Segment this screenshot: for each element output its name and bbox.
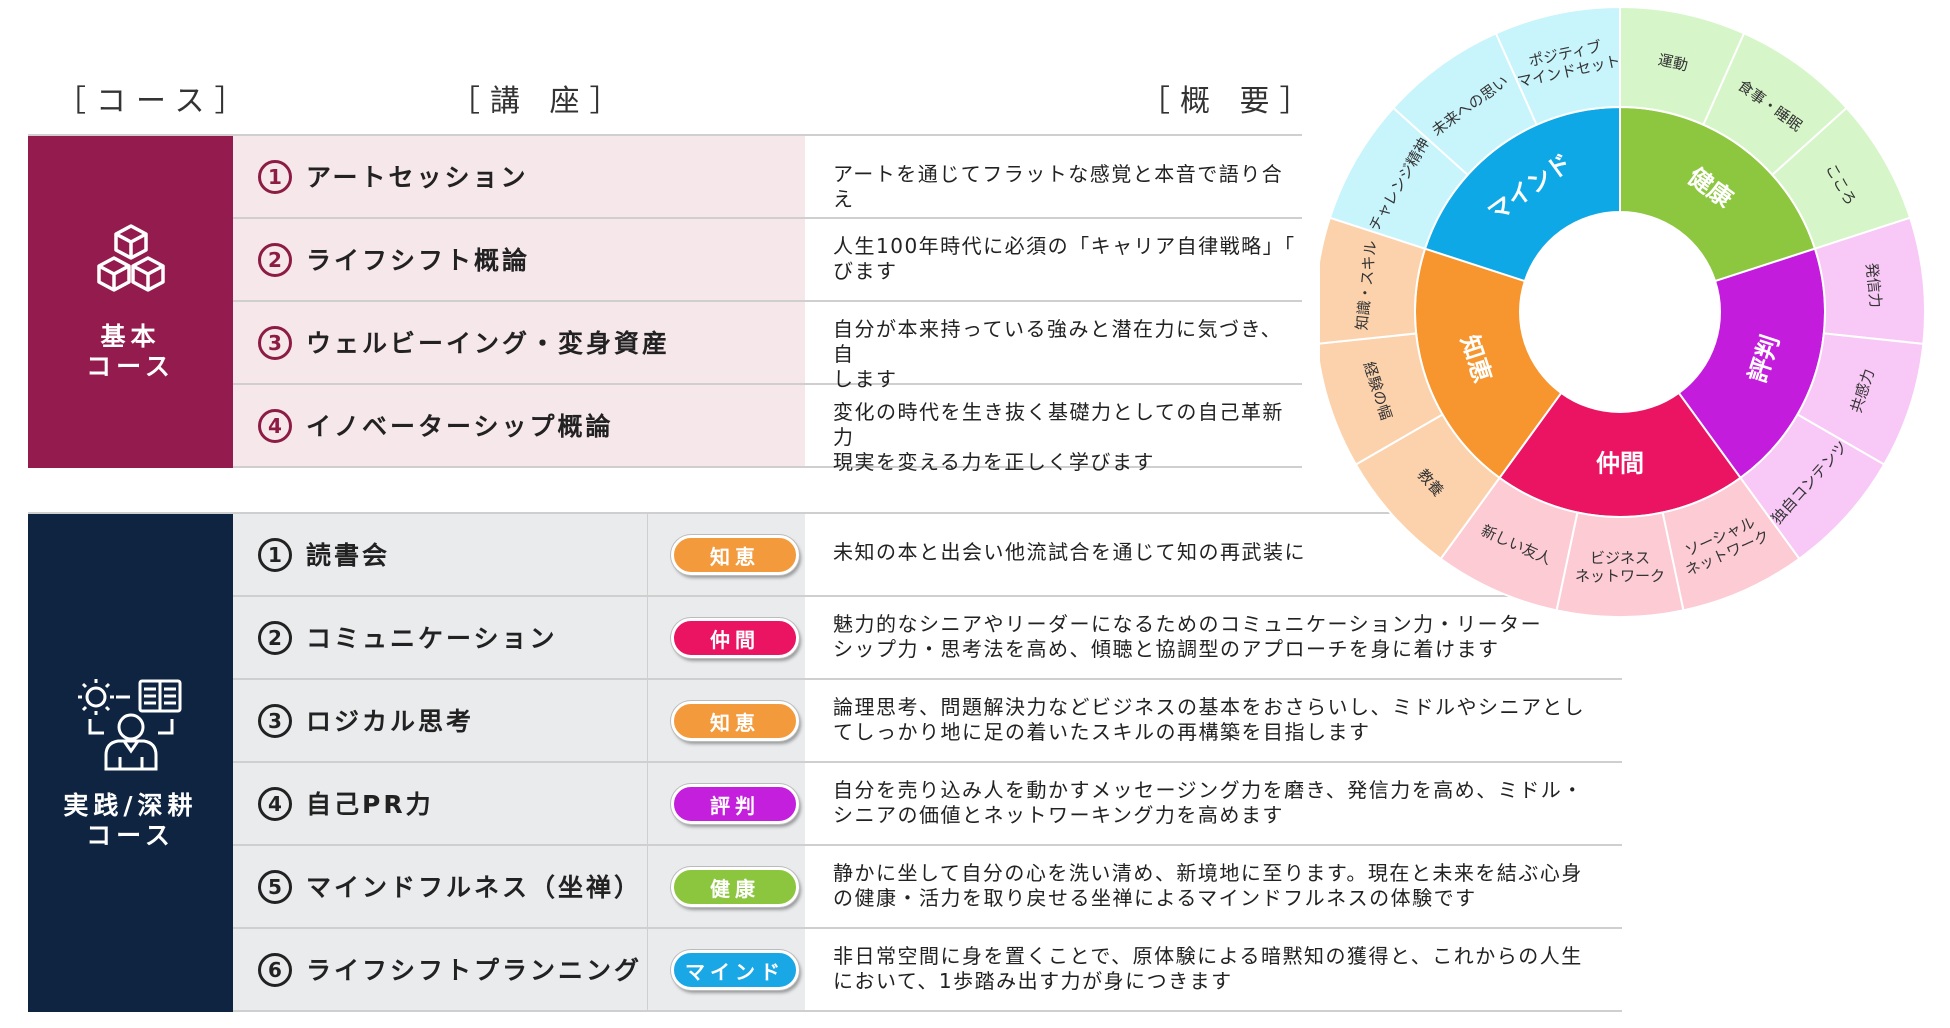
column-divider <box>647 597 648 678</box>
course-row: 3 ロジカル思考 知恵 論理思考、問題解決力などビジネスの基本をおさらいし、ミドルやシ… <box>233 680 1622 763</box>
row-number-badge: 4 <box>258 409 292 443</box>
wheel-segment-label: 仲間 <box>1596 450 1644 478</box>
course-row: 6 ライフシフトプランニング マインド 非日常空間に身を置くことで、原体験による暗黙知… <box>233 929 1622 1012</box>
lecture-name: アートセッション <box>306 163 529 192</box>
lecture-summary: 人生100年時代に必須の「キャリア自律戦略」「 びます <box>833 234 1296 283</box>
course-row: 3 ウェルビーイング・変身資産 自分が本来持っている強みと潜在力に気づき、自 します <box>233 302 1302 391</box>
row-number-badge: 5 <box>258 870 292 904</box>
lecture-name: コミュニケーション <box>306 624 558 653</box>
life-assets-wheel: 健康運動食事・睡眠こころ評判発信力共感力独自コンテンツ仲間ソーシャルネットワーク… <box>1320 5 1926 618</box>
wheel-center <box>1521 213 1719 411</box>
lecture-summary: 非日常空間に身を置くことで、原体験による暗黙知の獲得と、これからの人生 において… <box>833 944 1583 993</box>
lecture-summary: 論理思考、問題解決力などビジネスの基本をおさらいし、ミドルやシニアとし てしっか… <box>833 695 1586 744</box>
category-tag: 知恵 <box>671 701 799 741</box>
category-tag: マインド <box>671 950 799 990</box>
lecture-name: 読書会 <box>306 541 391 570</box>
person-gear-icon <box>77 679 181 771</box>
column-divider <box>647 846 648 927</box>
course-row: 2 ライフシフト概論 人生100年時代に必須の「キャリア自律戦略」「 びます <box>233 219 1302 302</box>
column-divider <box>647 929 648 1010</box>
row-number-badge: 2 <box>258 621 292 655</box>
lecture-name: ロジカル思考 <box>306 707 475 736</box>
row-number-badge: 3 <box>258 326 292 360</box>
lecture-name: ウェルビーイング・変身資産 <box>306 329 671 358</box>
lecture-summary: 自分を売り込み人を動かすメッセージング力を磨き、発信力を高め、ミドル・ シニアの… <box>833 778 1584 827</box>
lecture-column-header: ［講 座］ <box>450 84 630 119</box>
summary-column-header: ［概 要］ <box>1140 84 1320 119</box>
lecture-summary: 変化の時代を生き抜く基礎力としての自己革新力 現実を変える力を正しく学びます <box>833 400 1284 474</box>
lecture-name: 自己PR力 <box>306 790 434 819</box>
practice-course-block: 実践/深耕 コース <box>28 514 233 1012</box>
basic-course-table: 基本 コース 1 アートセッション アートを通じてフラットな感覚と本音で語り合え 2 ラ… <box>28 134 1302 474</box>
row-number-badge: 2 <box>258 243 292 277</box>
course-row: 1 アートセッション アートを通じてフラットな感覚と本音で語り合え <box>233 136 1302 219</box>
course-row: 4 イノベーターシップ概論 変化の時代を生き抜く基礎力としての自己革新力 現実を変え… <box>233 385 1302 474</box>
category-tag: 評判 <box>671 784 799 824</box>
lecture-name: ライフシフト概論 <box>306 246 531 275</box>
row-number-badge: 1 <box>258 160 292 194</box>
basic-course-block: 基本 コース <box>28 136 233 468</box>
lecture-summary: 自分が本来持っている強みと潜在力に気づき、自 します <box>833 317 1283 391</box>
lecture-name: イノベーターシップ概論 <box>306 412 614 441</box>
course-row: 4 自己PR力 評判 自分を売り込み人を動かすメッセージング力を磨き、発信力を高め、ミ… <box>233 763 1622 846</box>
row-number-badge: 4 <box>258 787 292 821</box>
lecture-summary: 未知の本と出会い他流試合を通じて知の再武装に <box>833 540 1306 564</box>
row-number-badge: 3 <box>258 704 292 738</box>
practice-course-label: 実践/深耕 コース <box>63 791 198 850</box>
category-tag: 知恵 <box>671 535 799 575</box>
row-number-badge: 6 <box>258 953 292 987</box>
column-divider <box>647 680 648 761</box>
row-number-badge: 1 <box>258 538 292 572</box>
category-tag: 健康 <box>671 867 799 907</box>
lecture-summary: アートを通じてフラットな感覚と本音で語り合え <box>833 162 1284 211</box>
lecture-name: ライフシフトプランニング <box>306 956 643 985</box>
course-row: 5 マインドフルネス（坐禅） 健康 静かに坐して自分の心を洗い清め、新境地に至ります。… <box>233 846 1622 929</box>
category-tag: 仲間 <box>671 618 799 658</box>
basic-course-label: 基本 コース <box>86 322 175 381</box>
lecture-name: マインドフルネス（坐禅） <box>306 873 643 902</box>
course-column-header: ［コース］ <box>56 84 255 119</box>
cubes-icon <box>96 224 165 292</box>
column-divider <box>647 763 648 844</box>
column-divider <box>647 514 648 595</box>
lecture-summary: 静かに坐して自分の心を洗い清め、新境地に至ります。現在と未来を結ぶ心身 の健康・… <box>833 861 1583 910</box>
